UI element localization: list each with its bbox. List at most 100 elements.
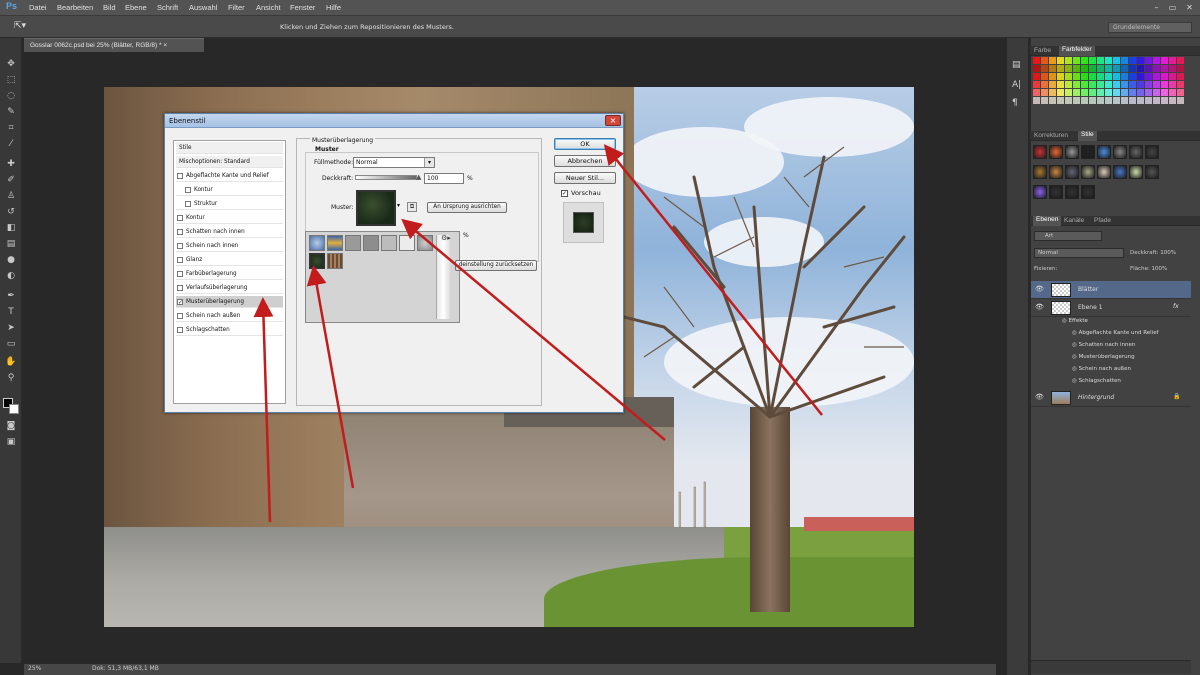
color-swatch[interactable] bbox=[1153, 73, 1160, 80]
color-swatch[interactable] bbox=[1153, 65, 1160, 72]
style-preset[interactable] bbox=[1145, 145, 1159, 159]
dodge-tool-icon[interactable]: ◐ bbox=[5, 270, 17, 282]
workspace-select[interactable]: Grundelemente bbox=[1108, 22, 1192, 33]
effect-item[interactable]: ◎ Musterüberlagerung bbox=[1072, 354, 1135, 360]
color-swatch[interactable] bbox=[1097, 89, 1104, 96]
tab-stile[interactable]: Stile bbox=[1078, 131, 1097, 141]
color-swatch[interactable] bbox=[1161, 81, 1168, 88]
tab-ebenen[interactable]: Ebenen bbox=[1033, 216, 1062, 226]
color-swatch[interactable] bbox=[1177, 73, 1184, 80]
color-swatch[interactable] bbox=[1049, 57, 1056, 64]
color-swatch[interactable] bbox=[1113, 81, 1120, 88]
style-item-pattern-overlay[interactable]: Musterüberlagerung bbox=[176, 296, 283, 309]
pattern-swatch[interactable] bbox=[327, 235, 343, 251]
minimize-icon[interactable]: – bbox=[1150, 2, 1163, 13]
background-color-swatch[interactable] bbox=[9, 404, 19, 414]
checkbox[interactable] bbox=[177, 285, 183, 291]
history-brush-icon[interactable]: ↺ bbox=[5, 206, 17, 218]
checkbox[interactable] bbox=[177, 313, 183, 319]
color-swatch[interactable] bbox=[1081, 89, 1088, 96]
hand-tool-icon[interactable]: ✋ bbox=[5, 356, 17, 368]
color-swatch[interactable] bbox=[1137, 57, 1144, 64]
effect-item[interactable]: ◎ Schatten nach innen bbox=[1072, 342, 1135, 348]
style-preset[interactable] bbox=[1065, 145, 1079, 159]
marquee-tool-icon[interactable]: ⬚ bbox=[5, 74, 17, 86]
maximize-icon[interactable]: ▭ bbox=[1166, 2, 1179, 13]
shape-tool-icon[interactable]: ▭ bbox=[5, 338, 17, 350]
color-swatch[interactable] bbox=[1169, 57, 1176, 64]
preview-checkbox[interactable]: ✓ bbox=[561, 190, 568, 197]
color-swatch[interactable] bbox=[1161, 65, 1168, 72]
menu-fenster[interactable]: Fenster bbox=[290, 3, 315, 12]
swatch-grid[interactable] bbox=[1033, 57, 1189, 104]
color-swatch[interactable] bbox=[1113, 57, 1120, 64]
color-swatch[interactable] bbox=[1177, 57, 1184, 64]
fill-mode-select[interactable]: Normal ▾ bbox=[353, 157, 435, 168]
style-item-gradient-overlay[interactable]: Verlaufsüberlagerung bbox=[176, 282, 283, 294]
style-preset[interactable] bbox=[1081, 145, 1095, 159]
quick-select-icon[interactable]: ✎ bbox=[5, 106, 17, 118]
ok-button[interactable]: OK bbox=[554, 138, 616, 150]
menu-hilfe[interactable]: Hilfe bbox=[326, 3, 341, 12]
color-swatch[interactable] bbox=[1073, 97, 1080, 104]
color-swatch[interactable] bbox=[1161, 73, 1168, 80]
color-swatch[interactable] bbox=[1129, 65, 1136, 72]
checkbox[interactable] bbox=[185, 201, 191, 207]
history-icon[interactable]: ▤ bbox=[1012, 60, 1021, 70]
color-swatch[interactable] bbox=[1121, 81, 1128, 88]
gear-icon[interactable]: ⚙▸ bbox=[441, 234, 451, 242]
pattern-swatch[interactable] bbox=[381, 235, 397, 251]
color-swatch[interactable] bbox=[1153, 57, 1160, 64]
lasso-tool-icon[interactable]: ◌ bbox=[5, 90, 17, 102]
style-preset[interactable] bbox=[1145, 165, 1159, 179]
pattern-swatch[interactable] bbox=[399, 235, 415, 251]
crop-tool-icon[interactable]: ⌗ bbox=[5, 122, 17, 134]
picker-scrollbar[interactable] bbox=[436, 235, 450, 319]
color-swatch[interactable] bbox=[1073, 89, 1080, 96]
style-item-contour-sub[interactable]: Kontur bbox=[176, 184, 283, 196]
checkbox[interactable] bbox=[177, 229, 183, 235]
color-swatch[interactable] bbox=[1105, 73, 1112, 80]
document-tab[interactable]: Gosslar 0062c.psd bei 25% (Blätter, RGB/… bbox=[24, 38, 204, 52]
pattern-swatch[interactable] bbox=[363, 235, 379, 251]
tab-farbfelder[interactable]: Farbfelder bbox=[1059, 46, 1095, 56]
color-swatch[interactable] bbox=[1121, 57, 1128, 64]
checkbox[interactable] bbox=[177, 271, 183, 277]
color-swatch[interactable] bbox=[1065, 65, 1072, 72]
checkbox-checked[interactable] bbox=[177, 297, 183, 309]
color-swatch[interactable] bbox=[1033, 97, 1040, 104]
color-swatch[interactable] bbox=[1137, 97, 1144, 104]
color-swatch[interactable] bbox=[1089, 97, 1096, 104]
color-swatch[interactable] bbox=[1145, 81, 1152, 88]
layer-row-hintergrund[interactable]: 👁 Hintergrund 🔒 bbox=[1031, 389, 1191, 407]
tab-farbe[interactable]: Farbe bbox=[1034, 47, 1051, 54]
color-swatch[interactable] bbox=[1097, 73, 1104, 80]
color-swatch[interactable] bbox=[1153, 81, 1160, 88]
color-swatch[interactable] bbox=[1049, 73, 1056, 80]
style-item-drop-shadow[interactable]: Schlagschatten bbox=[176, 324, 283, 336]
color-swatch[interactable] bbox=[1161, 97, 1168, 104]
layer-blend-mode[interactable]: Normal bbox=[1034, 248, 1124, 258]
style-item-inner-shadow[interactable]: Schatten nach innen bbox=[176, 226, 283, 238]
type-tool-icon[interactable]: T bbox=[5, 306, 17, 318]
dialog-titlebar[interactable] bbox=[165, 114, 623, 128]
color-swatch[interactable] bbox=[1041, 57, 1048, 64]
style-item-color-overlay[interactable]: Farbüberlagerung bbox=[176, 268, 283, 280]
color-swatch[interactable] bbox=[1145, 57, 1152, 64]
color-swatch[interactable] bbox=[1121, 73, 1128, 80]
style-preset[interactable] bbox=[1065, 185, 1079, 199]
layer-kind-filter[interactable]: Art bbox=[1034, 231, 1102, 241]
color-swatch[interactable] bbox=[1033, 89, 1040, 96]
color-swatch[interactable] bbox=[1121, 65, 1128, 72]
paragraph-icon[interactable]: ¶ bbox=[1012, 98, 1018, 108]
dialog-close-button[interactable]: × bbox=[605, 115, 621, 126]
pattern-swatch[interactable] bbox=[417, 235, 433, 251]
menu-bearbeiten[interactable]: Bearbeiten bbox=[57, 3, 93, 12]
color-swatch[interactable] bbox=[1129, 81, 1136, 88]
cancel-button[interactable]: Abbrechen bbox=[554, 155, 616, 167]
color-swatch[interactable] bbox=[1049, 89, 1056, 96]
color-swatch[interactable] bbox=[1033, 81, 1040, 88]
color-swatch[interactable] bbox=[1113, 97, 1120, 104]
slider-thumb-icon[interactable]: ▲ bbox=[416, 173, 421, 181]
character-icon[interactable]: A| bbox=[1012, 80, 1021, 90]
